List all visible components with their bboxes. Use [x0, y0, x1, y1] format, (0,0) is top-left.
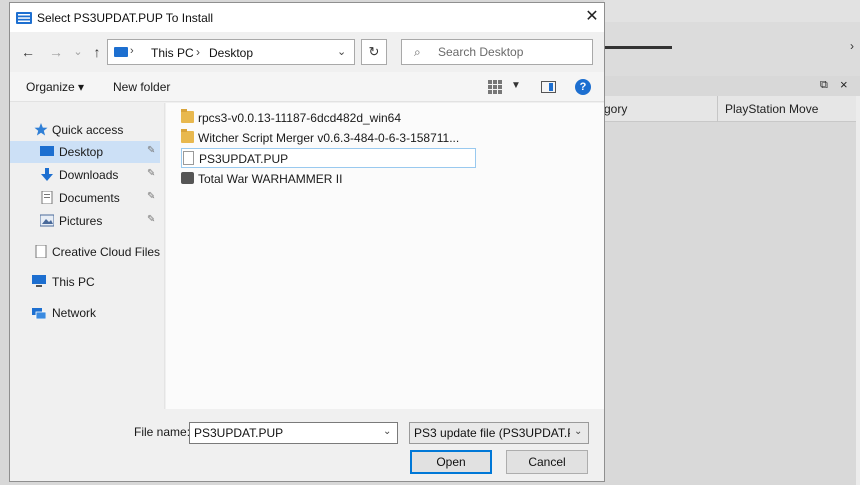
- address-bar[interactable]: › This PC › Desktop ⌄: [107, 39, 355, 65]
- column-header-category[interactable]: gory: [604, 102, 627, 116]
- search-icon: ⌕: [414, 45, 421, 59]
- file-icon: [183, 151, 194, 165]
- sidebar-item-creative-cloud-files[interactable]: Creative Cloud Files: [10, 241, 160, 263]
- folder-icon: [181, 109, 194, 123]
- close-icon[interactable]: ✕: [582, 7, 602, 27]
- folder-icon: [181, 129, 194, 143]
- dialog-titlebar: Select PS3UPDAT.PUP To Install ✕: [10, 3, 604, 32]
- game-shortcut-icon: [181, 172, 194, 184]
- up-arrow-icon[interactable]: ↑: [88, 43, 106, 61]
- file-type-value: PS3 update file (PS3UPDAT.PUP): [414, 426, 570, 440]
- navigation-pane: Quick access Desktop ✎ Downloads ✎ Docum…: [10, 103, 165, 409]
- sidebar-item-label: Pictures: [59, 214, 103, 228]
- sidebar-item-label: Network: [52, 306, 97, 320]
- search-box[interactable]: ⌕: [401, 39, 593, 65]
- chevron-right-icon[interactable]: ›: [130, 45, 134, 57]
- sidebar-item-label: Downloads: [59, 168, 119, 182]
- breadcrumb-this-pc[interactable]: This PC: [151, 46, 194, 60]
- search-input[interactable]: [438, 44, 588, 60]
- column-divider: [717, 96, 718, 122]
- command-toolbar: Organize ▾ New folder ▼ ?: [10, 72, 604, 102]
- view-options-icon[interactable]: [488, 80, 502, 94]
- new-folder-button[interactable]: New folder: [113, 80, 170, 94]
- list-item[interactable]: Witcher Script Merger v0.6.3-484-0-6-3-1…: [181, 128, 476, 148]
- open-button[interactable]: Open: [410, 450, 492, 474]
- refresh-button[interactable]: ↻: [361, 39, 387, 65]
- file-name: Total War WARHAMMER II: [198, 172, 343, 186]
- sidebar-item-label: Documents: [59, 191, 120, 205]
- chevron-right-icon: ›: [850, 39, 854, 53]
- cancel-button[interactable]: Cancel: [506, 450, 588, 474]
- breadcrumb-desktop[interactable]: Desktop: [209, 46, 253, 60]
- file-open-dialog: Select PS3UPDAT.PUP To Install ✕ ← → ⌄ ↑…: [9, 2, 605, 482]
- background-table-header: gory PlayStation Move: [604, 96, 856, 122]
- pin-icon[interactable]: ✎: [147, 145, 155, 156]
- chevron-down-icon[interactable]: ▼: [511, 80, 521, 91]
- preview-pane-icon[interactable]: [541, 81, 556, 93]
- recent-locations-chevron-icon[interactable]: ⌄: [69, 43, 87, 61]
- back-arrow-icon[interactable]: ←: [19, 43, 37, 61]
- document-icon: [41, 191, 53, 204]
- file-name-label: File name:: [134, 425, 191, 439]
- file-name: Witcher Script Merger v0.6.3-484-0-6-3-1…: [198, 131, 460, 145]
- pin-icon[interactable]: ✎: [147, 214, 155, 225]
- sidebar-item-quick-access[interactable]: Quick access: [10, 119, 160, 141]
- background-slider-area: ›: [604, 22, 860, 76]
- background-scrollbar[interactable]: [856, 96, 860, 485]
- file-name: PS3UPDAT.PUP: [199, 152, 289, 166]
- close-icon[interactable]: ×: [840, 77, 848, 92]
- sidebar-item-this-pc[interactable]: This PC: [10, 271, 160, 293]
- picture-icon: [40, 214, 54, 227]
- network-icon: [32, 308, 46, 319]
- computer-icon: [32, 275, 46, 287]
- sidebar-item-network[interactable]: Network: [10, 302, 160, 324]
- navigation-row: ← → ⌄ ↑ › This PC › Desktop ⌄ ↻ ⌕: [10, 32, 604, 72]
- this-pc-icon: [114, 47, 128, 57]
- sidebar-item-documents[interactable]: Documents ✎: [10, 187, 160, 209]
- file-icon: [35, 245, 47, 258]
- file-type-select[interactable]: PS3 update file (PS3UPDAT.PUP) ⌄: [409, 422, 589, 444]
- chevron-down-icon[interactable]: ⌄: [574, 426, 582, 437]
- sidebar-item-pictures[interactable]: Pictures ✎: [10, 210, 160, 232]
- pin-icon[interactable]: ✎: [147, 191, 155, 202]
- sidebar-item-desktop[interactable]: Desktop ✎: [10, 141, 160, 163]
- file-list: rpcs3-v0.0.13-11187-6dcd482d_win64 Witch…: [166, 103, 604, 409]
- background-slider-track[interactable]: [604, 46, 672, 49]
- dialog-footer: File name: PS3UPDAT.PUP ⌄ PS3 update fil…: [10, 409, 604, 481]
- chevron-right-icon[interactable]: ›: [196, 45, 200, 59]
- sidebar-item-downloads[interactable]: Downloads ✎: [10, 164, 160, 186]
- list-item[interactable]: PS3UPDAT.PUP: [181, 148, 476, 168]
- forward-arrow-icon[interactable]: →: [47, 43, 65, 61]
- list-item[interactable]: Total War WARHAMMER II: [181, 169, 476, 189]
- background-window-bar: ⧉ ×: [604, 76, 860, 96]
- list-item[interactable]: rpcs3-v0.0.13-11187-6dcd482d_win64: [181, 108, 476, 128]
- chevron-down-icon[interactable]: ⌄: [337, 45, 346, 58]
- file-name-field[interactable]: PS3UPDAT.PUP ⌄: [189, 422, 398, 444]
- star-icon: [34, 123, 48, 136]
- sidebar-item-label: Creative Cloud Files: [52, 245, 161, 259]
- background-table-body: [604, 122, 856, 480]
- column-header-playstation-move[interactable]: PlayStation Move: [725, 102, 818, 116]
- dialog-title: Select PS3UPDAT.PUP To Install: [37, 11, 214, 25]
- restore-icon[interactable]: ⧉: [820, 79, 828, 92]
- chevron-down-icon[interactable]: ⌄: [383, 426, 391, 437]
- file-name-value[interactable]: PS3UPDAT.PUP: [194, 426, 283, 440]
- help-icon[interactable]: ?: [575, 79, 591, 95]
- organize-button[interactable]: Organize ▾: [26, 80, 84, 94]
- refresh-icon: ↻: [368, 44, 380, 59]
- pin-icon[interactable]: ✎: [147, 168, 155, 179]
- sidebar-item-label: Quick access: [52, 123, 124, 137]
- background-top-strip: [604, 0, 860, 22]
- app-menu-icon: [16, 12, 32, 24]
- sidebar-item-label: Desktop: [59, 145, 104, 159]
- download-arrow-icon: [41, 168, 53, 181]
- desktop-icon: [40, 146, 54, 156]
- sidebar-item-label: This PC: [52, 275, 95, 289]
- file-name: rpcs3-v0.0.13-11187-6dcd482d_win64: [198, 111, 402, 125]
